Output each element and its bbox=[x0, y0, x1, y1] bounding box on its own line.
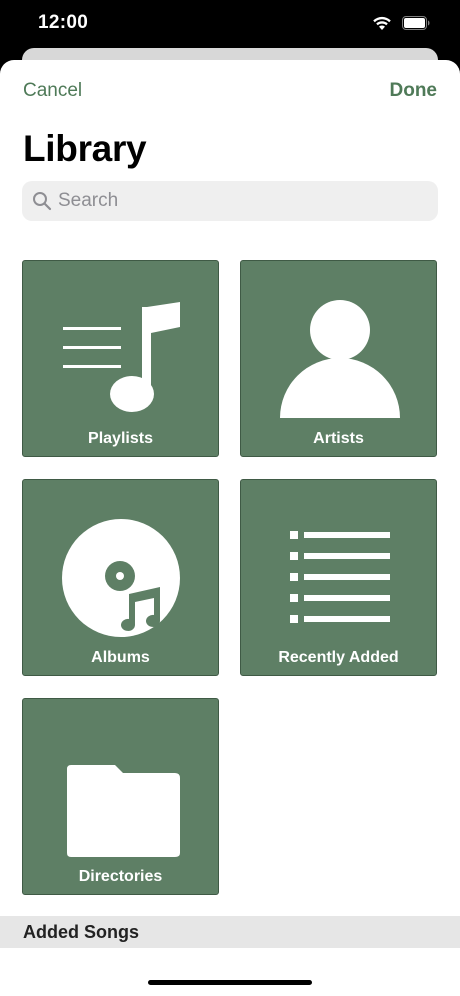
tile-directories[interactable]: Directories bbox=[22, 698, 219, 895]
status-icons bbox=[372, 16, 430, 31]
status-bar: 12:00 bbox=[0, 0, 460, 50]
done-button[interactable]: Done bbox=[390, 80, 438, 102]
tile-artists[interactable]: Artists bbox=[240, 260, 437, 457]
album-disc-icon bbox=[62, 519, 180, 637]
tile-recently-added[interactable]: Recently Added bbox=[240, 479, 437, 676]
list-icon bbox=[290, 531, 390, 623]
section-header-label: Added Songs bbox=[23, 921, 139, 942]
tile-playlists[interactable]: Playlists bbox=[22, 260, 219, 457]
search-input[interactable] bbox=[58, 190, 418, 212]
tile-albums[interactable]: Albums bbox=[22, 479, 219, 676]
library-sheet: Cancel Done Library Playlists Artists bbox=[0, 60, 460, 996]
cancel-button[interactable]: Cancel bbox=[23, 80, 82, 102]
person-icon bbox=[280, 300, 400, 418]
tile-label: Directories bbox=[78, 868, 163, 885]
folder-icon bbox=[67, 765, 180, 857]
tile-label: Playlists bbox=[88, 430, 153, 447]
battery-icon bbox=[402, 16, 430, 30]
nav-bar: Cancel Done bbox=[0, 78, 460, 108]
home-indicator[interactable] bbox=[148, 980, 312, 985]
tile-label: Artists bbox=[313, 430, 364, 447]
tile-label: Recently Added bbox=[278, 649, 399, 666]
tile-label: Albums bbox=[91, 649, 150, 666]
status-time: 12:00 bbox=[38, 12, 89, 33]
search-icon bbox=[33, 192, 52, 211]
search-bar[interactable] bbox=[22, 181, 438, 221]
wifi-icon bbox=[373, 16, 391, 30]
music-note-list-icon bbox=[63, 302, 180, 412]
page-title: Library bbox=[23, 128, 147, 169]
section-header: Added Songs bbox=[0, 916, 460, 948]
